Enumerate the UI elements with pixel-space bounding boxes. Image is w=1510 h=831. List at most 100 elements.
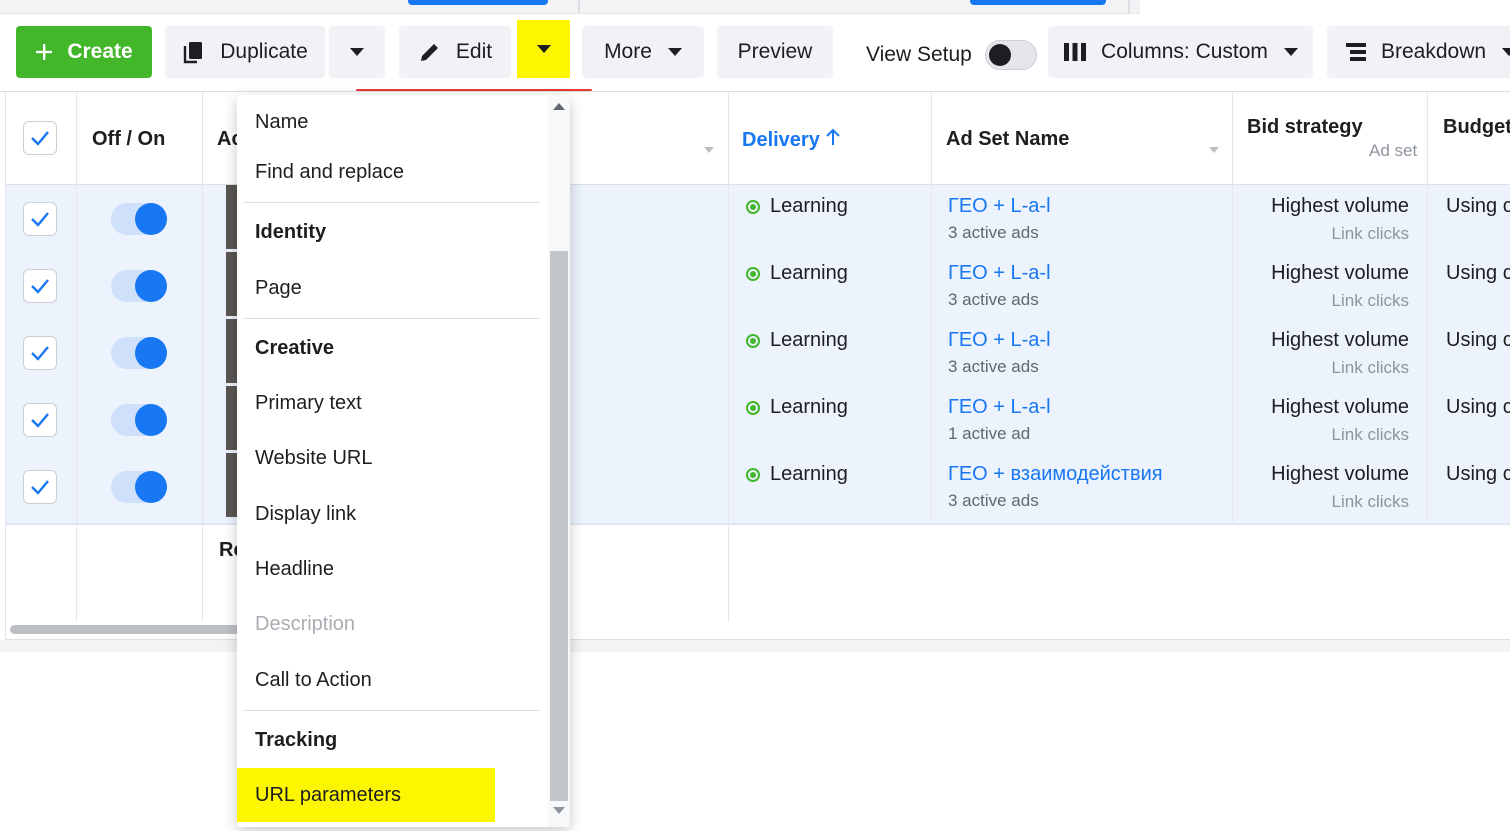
row-on-off-toggle[interactable] <box>111 270 167 302</box>
table-row[interactable]: Learning ГЕО + взаимодействия 3 active ads… <box>6 453 1510 520</box>
header-off-on: Off / On <box>92 128 166 150</box>
horizontal-scrollbar[interactable] <box>10 625 240 634</box>
caret-down-icon <box>704 147 714 153</box>
tab-indicator <box>408 0 548 5</box>
toggle-knob <box>135 337 167 369</box>
table-row[interactable]: Learning ГЕО + L-a-l 3 active ads Highest v… <box>6 319 1510 386</box>
duplicate-button[interactable]: Duplicate <box>165 26 325 78</box>
delivery-label: Learning <box>770 463 848 485</box>
header-budget[interactable]: Budget <box>1443 116 1510 139</box>
columns-button[interactable]: Columns: Custom <box>1048 26 1313 78</box>
menu-separator <box>243 202 540 203</box>
table-rows: Learning ГЕО + L-a-l 3 active ads Highest v… <box>6 185 1510 525</box>
menu-item-page[interactable]: Page <box>237 261 542 315</box>
header-delivery[interactable]: Delivery <box>742 128 841 152</box>
toolbar: Create Duplicate Edit More Preview View … <box>0 14 1510 92</box>
scroll-up-icon[interactable] <box>553 103 565 110</box>
table-row[interactable]: Learning ГЕО + L-a-l 1 active ad Highest vo… <box>6 386 1510 453</box>
header-sort-caret[interactable] <box>704 136 714 159</box>
menu-separator <box>243 710 540 711</box>
row-on-off-toggle[interactable] <box>111 337 167 369</box>
check-icon <box>31 279 49 294</box>
check-icon <box>31 212 49 227</box>
red-underline-annotation <box>356 89 592 91</box>
toggle-knob <box>135 471 167 503</box>
select-all-checkbox[interactable] <box>23 121 57 155</box>
caret-down-icon <box>667 48 682 56</box>
row-checkbox[interactable] <box>23 470 57 504</box>
column-divider <box>1232 92 1233 525</box>
ad-set-active-ads: 3 active ads <box>948 223 1039 242</box>
header-delivery-label: Delivery <box>742 129 820 151</box>
bid-strategy-sub: Link clicks <box>1331 492 1409 511</box>
header-ad-set-name[interactable]: Ad Set Name <box>946 128 1069 151</box>
status-dot-icon <box>746 266 760 281</box>
bid-strategy-sub: Link clicks <box>1331 291 1409 310</box>
header-adset-caret[interactable] <box>1209 136 1219 159</box>
menu-item-name[interactable]: Name <box>237 95 542 149</box>
menu-item-website-url[interactable]: Website URL <box>237 431 542 485</box>
menu-scrollbar-thumb[interactable] <box>550 251 568 801</box>
row-checkbox[interactable] <box>23 403 57 437</box>
ad-set-name-link[interactable]: ГЕО + L-a-l <box>948 262 1051 285</box>
table-footer: Re <box>6 525 1510 640</box>
menu-item-primary-text[interactable]: Primary text <box>237 376 542 430</box>
status-dot-icon <box>746 467 760 482</box>
row-checkbox[interactable] <box>23 336 57 370</box>
delivery-label: Learning <box>770 396 848 418</box>
view-setup-toggle[interactable] <box>984 40 1037 70</box>
create-button[interactable]: Create <box>16 26 152 78</box>
row-checkbox[interactable] <box>23 202 57 236</box>
header-bid-strategy[interactable]: Bid strategy <box>1247 116 1363 139</box>
header-bid-strategy-sub: Ad set <box>1369 141 1418 160</box>
budget-value: Using c <box>1446 329 1510 351</box>
menu-item-display-link[interactable]: Display link <box>237 487 542 541</box>
menu-item-description: Description <box>255 612 356 635</box>
status-dot-icon <box>746 199 760 214</box>
row-on-off-toggle[interactable] <box>111 404 167 436</box>
toggle-knob <box>988 44 1011 66</box>
caret-down-icon <box>1283 48 1298 56</box>
scroll-down-icon[interactable] <box>553 807 565 814</box>
caret-down-icon <box>350 48 364 56</box>
edit-button[interactable]: Edit <box>399 26 511 78</box>
row-on-off-toggle[interactable] <box>111 471 167 503</box>
table-row[interactable]: Learning ГЕО + L-a-l 3 active ads Highest v… <box>6 185 1510 252</box>
breakdown-button[interactable]: Breakdown <box>1327 26 1510 78</box>
ad-set-name-link[interactable]: ГЕО + L-a-l <box>948 195 1051 218</box>
delivery-status: Learning <box>746 195 848 218</box>
create-label: Create <box>67 40 133 63</box>
ad-set-name-link[interactable]: ГЕО + взаимодействия <box>948 463 1163 486</box>
row-checkbox[interactable] <box>23 269 57 303</box>
edit-dropdown-button[interactable] <box>517 20 570 78</box>
bid-strategy-sub: Link clicks <box>1331 224 1409 243</box>
plus-icon <box>35 43 53 61</box>
delivery-label: Learning <box>770 262 848 284</box>
status-dot-icon <box>746 333 760 348</box>
check-icon <box>31 131 49 146</box>
menu-section-creative: Creative <box>255 336 334 359</box>
column-divider <box>76 92 77 622</box>
breakdown-label: Breakdown <box>1381 40 1487 63</box>
column-divider <box>728 92 729 622</box>
menu-item-call-to-action[interactable]: Call to Action <box>237 653 542 707</box>
budget-value: Using c <box>1446 396 1510 418</box>
ad-set-active-ads: 3 active ads <box>948 491 1039 510</box>
ad-set-name-link[interactable]: ГЕО + L-a-l <box>948 329 1051 352</box>
bid-strategy-value: Highest volume <box>1271 463 1409 485</box>
preview-button[interactable]: Preview <box>717 26 833 78</box>
bid-strategy-value: Highest volume <box>1271 195 1409 217</box>
columns-icon <box>1063 41 1087 63</box>
menu-section-identity: Identity <box>255 220 327 243</box>
menu-item-headline[interactable]: Headline <box>237 542 542 596</box>
row-on-off-toggle[interactable] <box>111 203 167 235</box>
view-setup: View Setup <box>866 40 1037 70</box>
duplicate-dropdown-button[interactable] <box>329 26 385 78</box>
menu-item-url-parameters[interactable]: URL parameters <box>237 768 495 822</box>
more-button[interactable]: More <box>582 26 704 78</box>
columns-label: Columns: Custom <box>1101 40 1268 63</box>
ad-set-name-link[interactable]: ГЕО + L-a-l <box>948 396 1051 419</box>
delivery-status: Learning <box>746 329 848 352</box>
table-row[interactable]: Learning ГЕО + L-a-l 3 active ads Highest v… <box>6 252 1510 319</box>
menu-item-find-and-replace[interactable]: Find and replace <box>237 145 542 199</box>
